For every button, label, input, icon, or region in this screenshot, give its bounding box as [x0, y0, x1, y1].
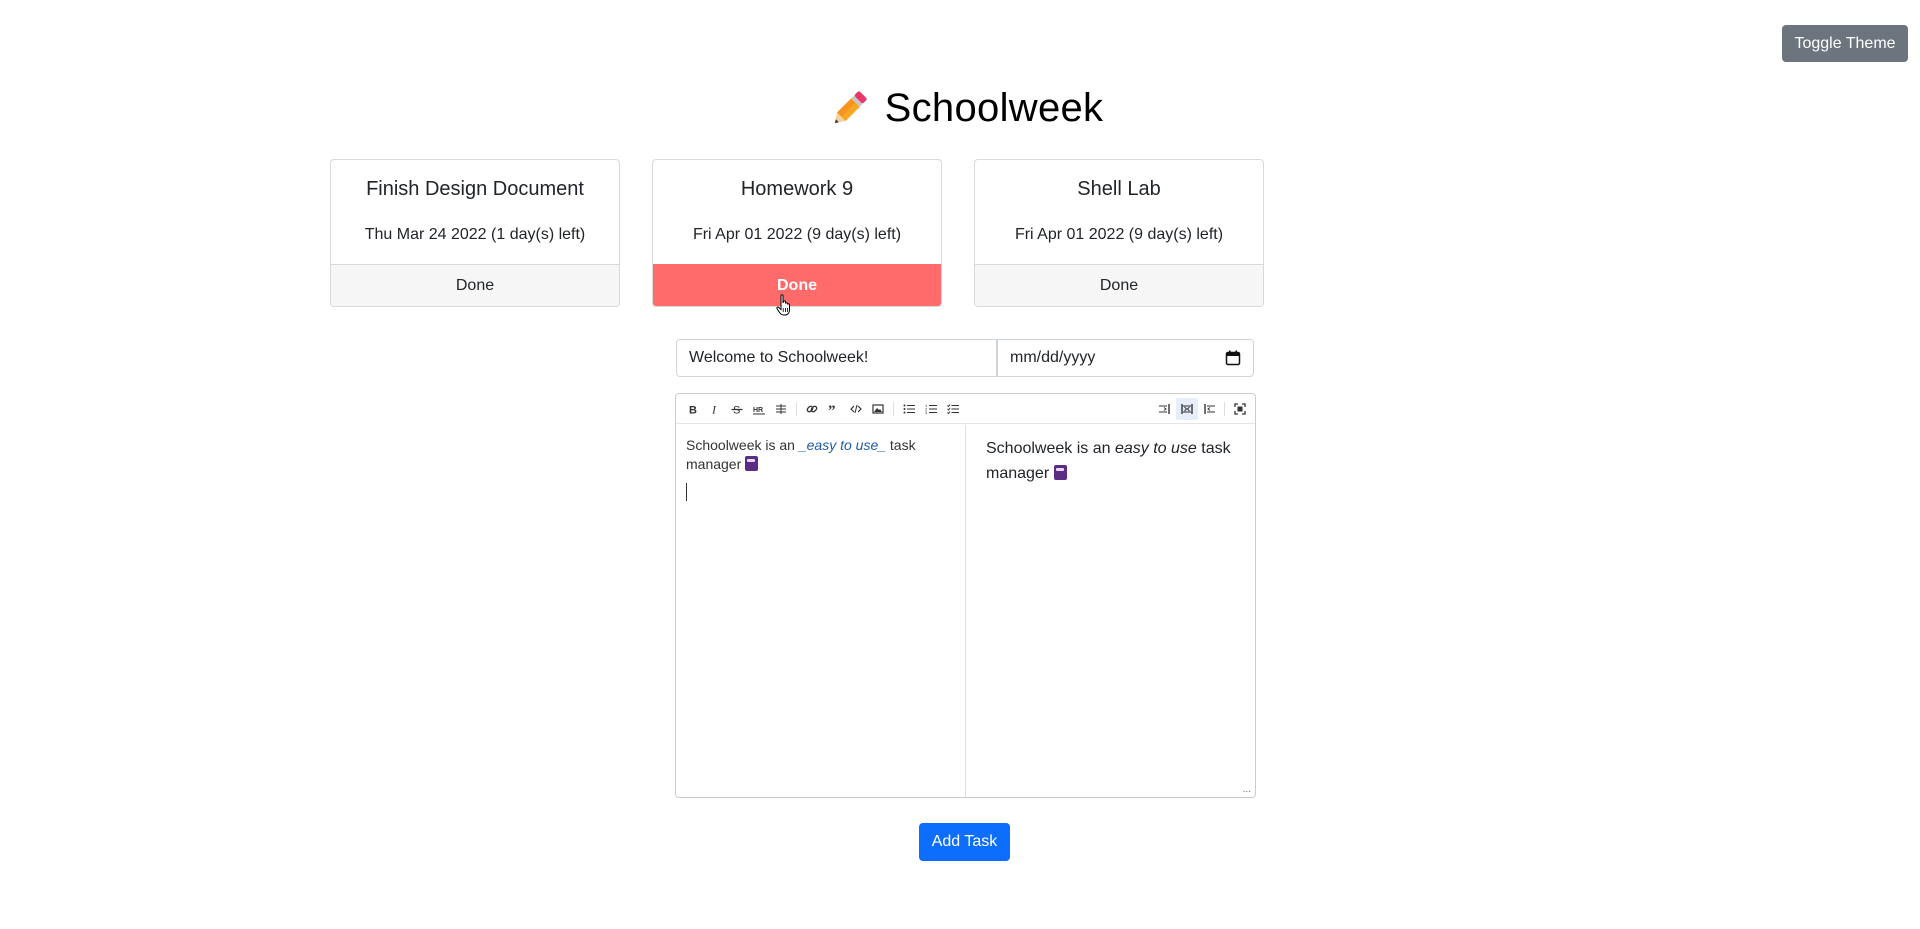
svg-text:”: ” — [828, 403, 836, 415]
unordered-list-icon[interactable] — [898, 398, 920, 420]
link-icon[interactable] — [801, 398, 823, 420]
preview-only-icon[interactable] — [1198, 398, 1220, 420]
image-icon[interactable] — [867, 398, 889, 420]
task-card: Homework 9 Fri Apr 01 2022 (9 day(s) lef… — [652, 159, 942, 307]
card-due-date: Fri Apr 01 2022 (9 day(s) left) — [1014, 226, 1224, 243]
page-title: Schoolweek — [884, 86, 1104, 130]
card-title: Finish Design Document — [366, 178, 584, 200]
page-header: Schoolweek — [0, 86, 1920, 131]
heading-icon[interactable]: HR — [748, 398, 770, 420]
due-date-input[interactable]: mm/dd/yyyy — [997, 339, 1254, 377]
bold-icon[interactable]: B — [682, 398, 704, 420]
emphasis-markup: _easy to use_ — [798, 437, 887, 453]
ordered-list-icon[interactable]: 123 — [920, 398, 942, 420]
task-card: Shell Lab Fri Apr 01 2022 (9 day(s) left… — [974, 159, 1264, 307]
toolbar-view-controls — [1154, 398, 1251, 420]
card-title: Homework 9 — [740, 178, 854, 200]
toolbar-divider — [893, 401, 894, 416]
date-placeholder: mm/dd/yyyy — [1010, 349, 1096, 366]
pencil-icon — [834, 90, 867, 123]
checklist-icon[interactable] — [942, 398, 964, 420]
done-button[interactable]: Done — [653, 264, 941, 306]
markdown-source-pane[interactable]: Schoolweek is an _easy to use_ task mana… — [676, 425, 966, 797]
add-task-button[interactable]: Add Task — [919, 823, 1010, 861]
fullscreen-icon[interactable] — [1229, 398, 1251, 420]
source-line: Schoolweek is an _easy to use_ task mana… — [686, 437, 916, 472]
task-name-input[interactable] — [676, 339, 997, 377]
card-due-date: Fri Apr 01 2022 (9 day(s) left) — [692, 226, 902, 243]
strikethrough-icon[interactable]: S — [726, 398, 748, 420]
markdown-preview-pane: Schoolweek is an easy to use task manage… — [986, 440, 1231, 482]
done-button[interactable]: Done — [331, 264, 619, 306]
done-button[interactable]: Done — [975, 264, 1263, 306]
toolbar-divider — [796, 401, 797, 416]
task-card: Finish Design Document Thu Mar 24 2022 (… — [330, 159, 620, 307]
markdown-editor: B I S HR ” 123 Schoolweek is an _easy to… — [675, 393, 1256, 798]
card-title: Shell Lab — [1077, 178, 1161, 200]
preview-emphasis: easy to use — [1114, 440, 1197, 457]
svg-text:B: B — [689, 404, 697, 415]
resize-handle[interactable]: ... — [1243, 784, 1251, 795]
side-by-side-icon[interactable] — [1176, 398, 1198, 420]
notebook-icon — [1053, 465, 1067, 480]
svg-text:HR: HR — [753, 407, 763, 414]
italic-icon[interactable]: I — [704, 398, 726, 420]
heading-smaller-icon[interactable] — [770, 398, 792, 420]
card-due-date: Thu Mar 24 2022 (1 day(s) left) — [364, 226, 586, 243]
text-cursor — [686, 483, 687, 501]
edit-only-icon[interactable] — [1154, 398, 1176, 420]
svg-text:I: I — [711, 403, 717, 415]
notebook-icon — [745, 456, 759, 471]
quote-icon[interactable]: ” — [823, 398, 845, 420]
code-icon[interactable] — [845, 398, 867, 420]
svg-text:3: 3 — [925, 410, 928, 415]
toggle-theme-button[interactable]: Toggle Theme — [1782, 25, 1908, 62]
editor-toolbar: B I S HR ” 123 — [676, 394, 1255, 424]
hand-pointer-icon — [776, 294, 790, 316]
calendar-icon[interactable] — [1225, 350, 1241, 366]
toolbar-divider — [1224, 402, 1225, 416]
